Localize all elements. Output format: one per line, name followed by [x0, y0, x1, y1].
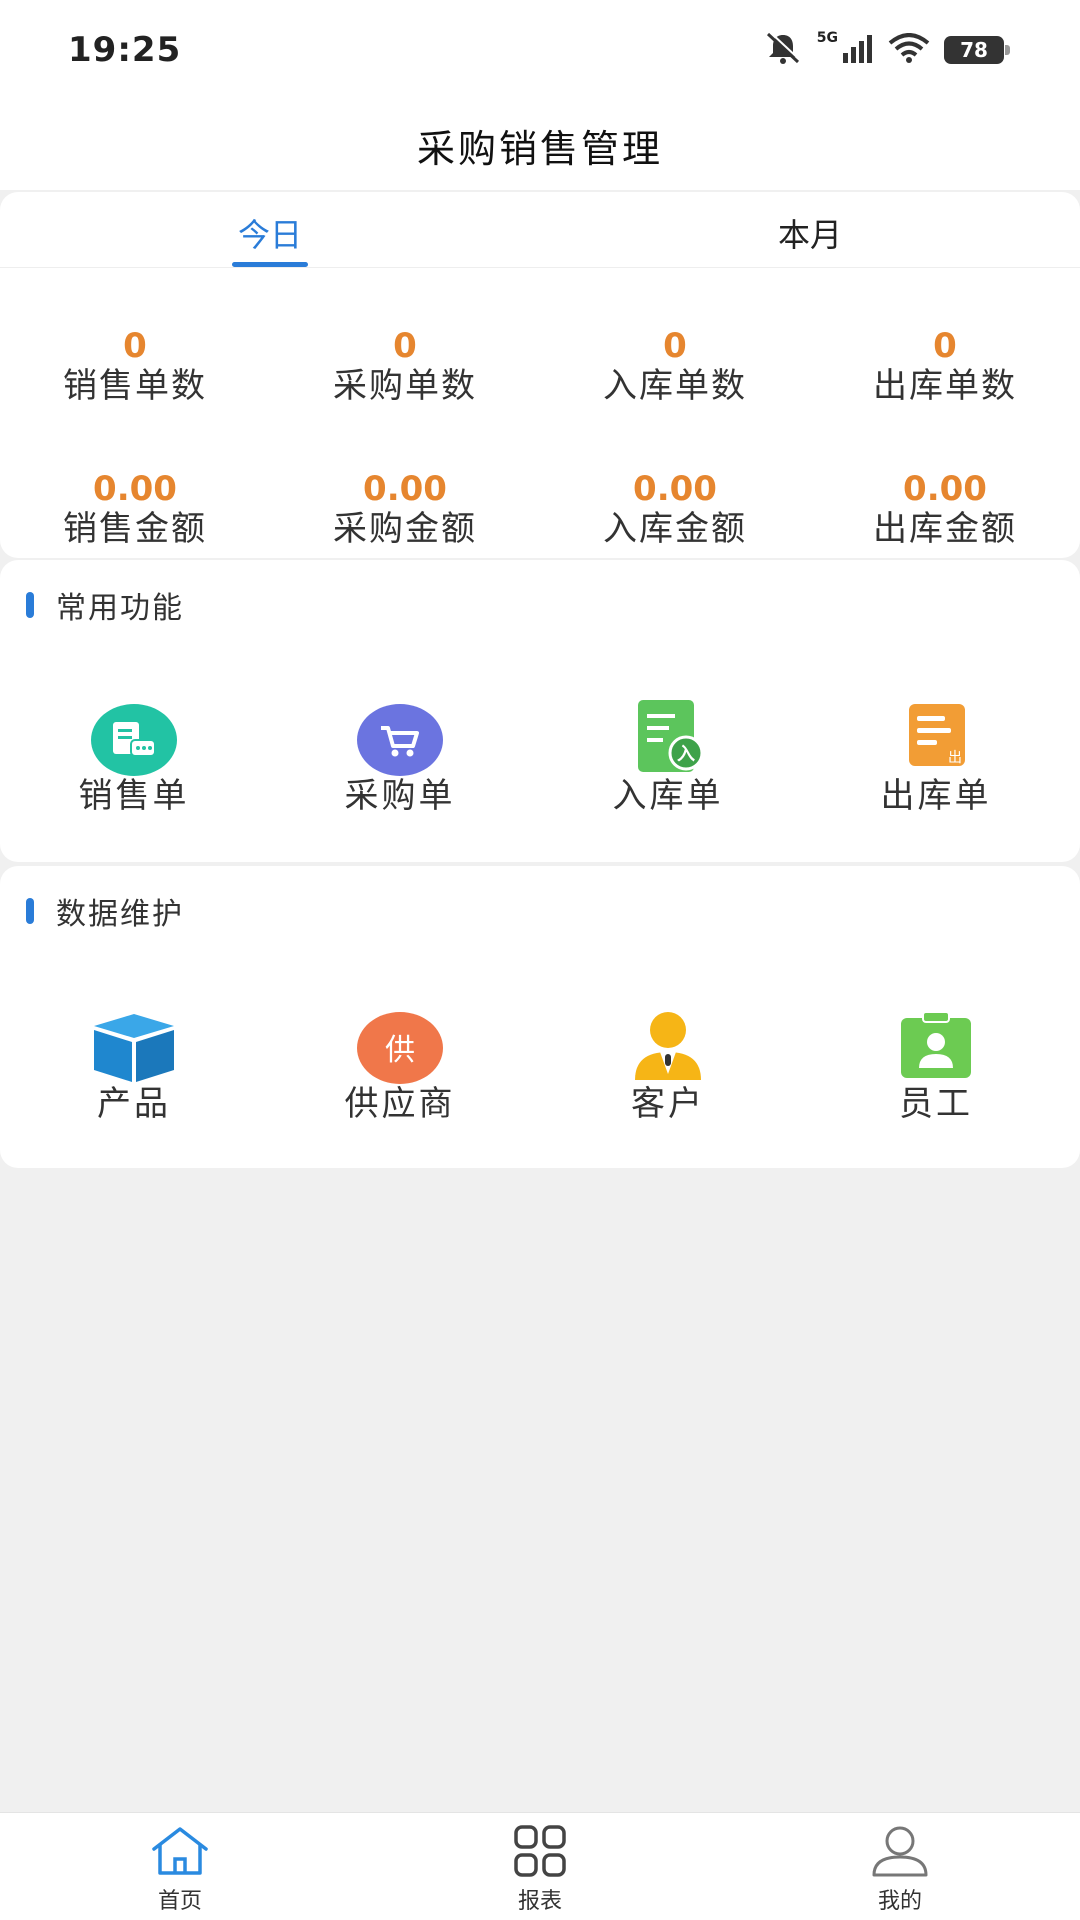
func-label: 员工 [899, 1084, 973, 1124]
stat-value: 0 [663, 326, 687, 366]
nav-label: 我的 [877, 1889, 922, 1914]
supplier-badge: 供 [385, 1033, 415, 1068]
func-label: 采购单 [344, 776, 456, 816]
user-icon [868, 1825, 932, 1877]
stat-sales-count: 0 销售单数 [0, 327, 270, 407]
stat-value: 0 [123, 326, 147, 366]
stat-value: 0 [393, 326, 417, 366]
wifi-icon [888, 33, 930, 67]
func-label: 入库单 [612, 776, 724, 816]
outbound-badge: 出 [948, 750, 962, 766]
stat-value: 0.00 [633, 469, 717, 509]
section-title: 常用功能 [56, 591, 184, 626]
tab-today[interactable]: 今日 [170, 210, 370, 256]
stat-inbound-count: 0 入库单数 [540, 327, 810, 407]
stat-label: 销售单数 [63, 366, 207, 406]
stat-outbound-count: 0 出库单数 [810, 327, 1080, 407]
stat-label: 采购金额 [333, 509, 477, 549]
stat-label: 销售金额 [63, 509, 207, 549]
active-tab-indicator [232, 262, 308, 267]
stat-label: 入库金额 [603, 509, 747, 549]
sales-order-icon [89, 700, 179, 780]
stat-value: 0 [933, 326, 957, 366]
nav-label: 报表 [517, 1889, 562, 1914]
supplier-button[interactable]: 供 供应商 [270, 1008, 530, 1124]
stat-sales-amount: 0.00 销售金额 [0, 470, 270, 550]
stat-label: 出库单数 [873, 366, 1017, 406]
app-header: 采购销售管理 [0, 100, 1080, 190]
sales-order-button[interactable]: 销售单 [4, 700, 264, 816]
purchase-order-button[interactable]: 采购单 [270, 700, 530, 816]
func-label: 供应商 [344, 1084, 456, 1124]
product-button[interactable]: 产品 [4, 1008, 264, 1124]
supplier-icon: 供 [355, 1008, 445, 1088]
mute-icon [763, 31, 803, 69]
home-icon [148, 1825, 212, 1877]
stat-outbound-amount: 0.00 出库金额 [810, 470, 1080, 550]
nav-home[interactable]: 首页 [100, 1825, 260, 1915]
inbound-doc-icon: 入 [623, 700, 713, 780]
customer-icon [623, 1008, 713, 1088]
nav-profile[interactable]: 我的 [820, 1825, 980, 1915]
stat-value: 0.00 [903, 469, 987, 509]
outbound-doc-icon: 出 [891, 700, 981, 780]
stat-label: 入库单数 [603, 366, 747, 406]
customer-button[interactable]: 客户 [538, 1008, 798, 1124]
purchase-cart-icon [355, 700, 445, 780]
stat-label: 采购单数 [333, 366, 477, 406]
grid-icon [508, 1825, 572, 1877]
inbound-order-button[interactable]: 入 入库单 [538, 700, 798, 816]
stat-value: 0.00 [363, 469, 447, 509]
stat-purchase-count: 0 采购单数 [270, 327, 540, 407]
data-maintenance-card: 数据维护 产品 供 供应商 客户 员工 [0, 866, 1080, 1168]
section-title: 数据维护 [56, 897, 184, 932]
network-label: 5G [816, 30, 838, 46]
status-time: 19:25 [68, 30, 182, 70]
tab-this-month[interactable]: 本月 [710, 210, 910, 256]
signal-icon [842, 33, 874, 67]
period-tabs: 今日 本月 [0, 192, 1080, 268]
nav-label: 首页 [157, 1889, 202, 1914]
func-label: 客户 [631, 1084, 705, 1124]
common-functions-card: 常用功能 销售单 采购单 入 入库单 出 出库单 [0, 560, 1080, 862]
stat-purchase-amount: 0.00 采购金额 [270, 470, 540, 550]
employee-badge-icon [891, 1008, 981, 1088]
func-label: 产品 [97, 1084, 171, 1124]
section-marker [26, 592, 34, 618]
stats-card: 今日 本月 0 销售单数 0 采购单数 0 入库单数 0 出库单数 0.00 销… [0, 192, 1080, 558]
page-title: 采购销售管理 [416, 126, 663, 171]
func-label: 销售单 [78, 776, 190, 816]
bottom-nav: 首页 报表 我的 [0, 1812, 1080, 1920]
box-icon [89, 1008, 179, 1088]
inbound-badge: 入 [677, 744, 695, 765]
section-marker [26, 898, 34, 924]
stat-value: 0.00 [93, 469, 177, 509]
battery-icon: 78 [944, 36, 1010, 64]
outbound-order-button[interactable]: 出 出库单 [806, 700, 1066, 816]
status-icons: 5G 78 [763, 30, 1010, 70]
func-label: 出库单 [880, 776, 992, 816]
employee-button[interactable]: 员工 [806, 1008, 1066, 1124]
nav-reports[interactable]: 报表 [460, 1825, 620, 1915]
status-bar: 19:25 5G 78 [0, 0, 1080, 100]
stat-inbound-amount: 0.00 入库金额 [540, 470, 810, 550]
stat-label: 出库金额 [873, 509, 1017, 549]
app-screen: 19:25 5G 78 采购销售管理 今日 本月 0 销售单数 0 采购单数 0… [0, 0, 1080, 1920]
